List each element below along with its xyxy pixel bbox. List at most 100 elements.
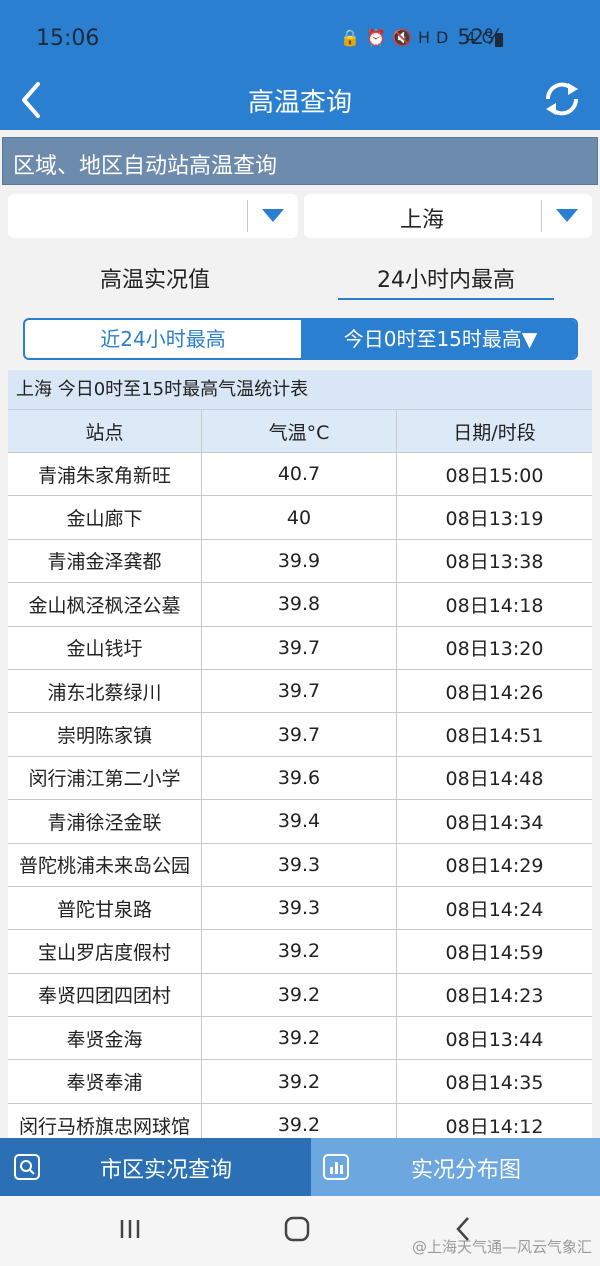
datetime-cell: 08日14:26: [445, 681, 544, 704]
temperature-cell: 39.2: [202, 1060, 397, 1103]
table-row: 浦东北蔡绿川 39.7 08日14:26: [8, 669, 592, 714]
table-row: 奉贤金海 39.2 08日13:44: [8, 1017, 592, 1061]
column-header-temperature: 气温°C: [202, 410, 397, 452]
mute-icon: 🔇: [392, 28, 418, 47]
temperature-cell: 39.8: [202, 583, 397, 626]
table-row: 金山枫泾枫泾公墓 39.8 08日14:18: [8, 583, 592, 627]
datetime-cell: 08日13:19: [445, 508, 544, 531]
lock-icon: 🔒: [340, 28, 367, 47]
station-name-cell: 青浦徐泾金联: [8, 800, 202, 843]
datetime-cell: 08日15:00: [445, 464, 544, 487]
status-time: 15:06: [36, 26, 100, 51]
datetime-cell: 08日14:12: [445, 1115, 544, 1138]
distribution-map-button[interactable]: 实况分布图: [311, 1138, 600, 1196]
table-row: 奉贤奉浦 39.2 08日14:35: [8, 1060, 592, 1104]
alarm-icon: ⏰: [366, 28, 393, 47]
search-icon: [14, 1154, 40, 1180]
temperature-cell: 39.6: [202, 756, 397, 800]
column-header-station: 站点: [8, 410, 202, 452]
station-name-cell: 青浦朱家角新旺: [8, 453, 202, 496]
temperature-cell: 39.4: [202, 800, 397, 843]
period-segmented-control: 近24小时最高 今日0时至15时最高▼: [23, 318, 578, 360]
temperature-table[interactable]: 上海 今日0时至15时最高气温统计表 站点 气温°C 日期/时段 青浦朱家角新旺…: [8, 370, 592, 1138]
station-name-cell: 奉贤金海: [8, 1017, 202, 1060]
system-navigation-bar: @上海天气通—风云气象汇: [0, 1196, 600, 1266]
station-name-cell: 普陀甘泉路: [8, 886, 202, 930]
bar-chart-icon: [323, 1154, 349, 1180]
table-row: 金山钱圩 39.7 08日13:20: [8, 626, 592, 670]
status-bar: 15:06 🔒⏰🔇HD 4G 52%: [0, 0, 600, 78]
datetime-cell: 08日13:44: [445, 1028, 544, 1051]
city-select-value: 上海: [399, 208, 444, 233]
temperature-cell: 39.2: [202, 1103, 397, 1138]
datetime-cell: 08日14:18: [445, 594, 544, 617]
table-row: 崇明陈家镇 39.7 08日14:51: [8, 713, 592, 757]
table-row: 金山廊下 40 08日13:19: [8, 496, 592, 540]
dropdown-arrow-icon[interactable]: [262, 209, 284, 222]
bottom-nav: 市区实况查询 实况分布图: [0, 1138, 600, 1196]
table-body: 青浦朱家角新旺 40.7 08日15:00 金山廊下 40 08日13:19 青浦金泽龚都 3…: [8, 453, 592, 1138]
table-row: 青浦朱家角新旺 40.7 08日15:00: [8, 453, 592, 497]
station-name-cell: 崇明陈家镇: [8, 713, 202, 756]
refresh-button[interactable]: [540, 77, 584, 121]
temperature-cell: 39.2: [202, 973, 397, 1017]
datetime-cell: 08日14:23: [445, 985, 544, 1008]
temperature-cell: 39.7: [202, 626, 397, 669]
select-divider: [541, 200, 542, 232]
city-realtime-query-label: 市区实况查询: [100, 1158, 233, 1183]
station-name-cell: 奉贤四团四团村: [8, 973, 202, 1017]
segment-today-0-15[interactable]: 今日0时至15时最高▼: [301, 320, 576, 358]
temperature-cell: 39.3: [202, 843, 397, 886]
station-name-cell: 金山钱圩: [8, 626, 202, 669]
title-bar: 高温查询: [0, 78, 600, 130]
station-name-cell: 闵行浦江第二小学: [8, 756, 202, 800]
station-name-cell: 浦东北蔡绿川: [8, 669, 202, 713]
section-header: 区域、地区自动站高温查询: [2, 137, 598, 185]
temperature-cell: 39.7: [202, 713, 397, 756]
station-name-cell: 普陀桃浦未来岛公园: [8, 843, 202, 886]
table-caption: 上海 今日0时至15时最高气温统计表: [8, 370, 592, 410]
region-select[interactable]: [8, 194, 298, 238]
datetime-cell: 08日13:38: [445, 551, 544, 574]
dropdown-arrow-icon[interactable]: [556, 209, 578, 222]
tab-24h-max[interactable]: 24小时内最高: [338, 262, 554, 300]
datetime-cell: 08日14:48: [445, 768, 544, 791]
table-row: 普陀甘泉路 39.3 08日14:24: [8, 886, 592, 931]
refresh-icon: [545, 82, 579, 116]
temperature-cell: 39.2: [202, 930, 397, 973]
segment-last-24h[interactable]: 近24小时最高: [25, 320, 301, 358]
table-header-row: 站点 气温°C 日期/时段: [8, 410, 592, 453]
station-name-cell: 宝山罗店度假村: [8, 930, 202, 973]
page-title: 高温查询: [247, 88, 352, 118]
temperature-cell: 39.7: [202, 669, 397, 713]
table-row: 宝山罗店度假村 39.2 08日14:59: [8, 930, 592, 974]
home-icon: [284, 1216, 310, 1242]
table-row: 闵行马桥旗忠网球馆 39.2 08日14:12: [8, 1103, 592, 1138]
datetime-cell: 08日14:24: [445, 898, 544, 921]
datetime-cell: 08日14:51: [445, 725, 544, 748]
table-row: 闵行浦江第二小学 39.6 08日14:48: [8, 756, 592, 801]
datetime-cell: 08日13:20: [445, 638, 544, 661]
watermark: @上海天气通—风云气象汇: [411, 1238, 592, 1256]
datetime-cell: 08日14:35: [445, 1072, 544, 1095]
recent-apps-icon: [120, 1220, 140, 1238]
select-divider: [247, 200, 248, 232]
table-row: 普陀桃浦未来岛公园 39.3 08日14:29: [8, 843, 592, 887]
distribution-map-label: 实况分布图: [411, 1158, 522, 1183]
battery-icon: [495, 33, 503, 47]
datetime-cell: 08日14:34: [445, 811, 544, 834]
temperature-cell: 40: [202, 496, 397, 539]
temperature-cell: 39.9: [202, 539, 397, 583]
table-row: 青浦金泽龚都 39.9 08日13:38: [8, 539, 592, 584]
city-realtime-query-button[interactable]: 市区实况查询: [0, 1138, 311, 1196]
table-row: 奉贤四团四团村 39.2 08日14:23: [8, 973, 592, 1018]
tab-realtime-high[interactable]: 高温实况值: [50, 262, 260, 300]
station-name-cell: 青浦金泽龚都: [8, 539, 202, 583]
datetime-cell: 08日14:59: [445, 941, 544, 964]
home-button[interactable]: [280, 1214, 314, 1244]
column-header-datetime: 日期/时段: [453, 421, 536, 444]
temperature-cell: 39.3: [202, 886, 397, 930]
city-select[interactable]: 上海: [304, 194, 592, 238]
datetime-cell: 08日14:29: [445, 855, 544, 878]
recent-apps-button[interactable]: [114, 1214, 148, 1244]
